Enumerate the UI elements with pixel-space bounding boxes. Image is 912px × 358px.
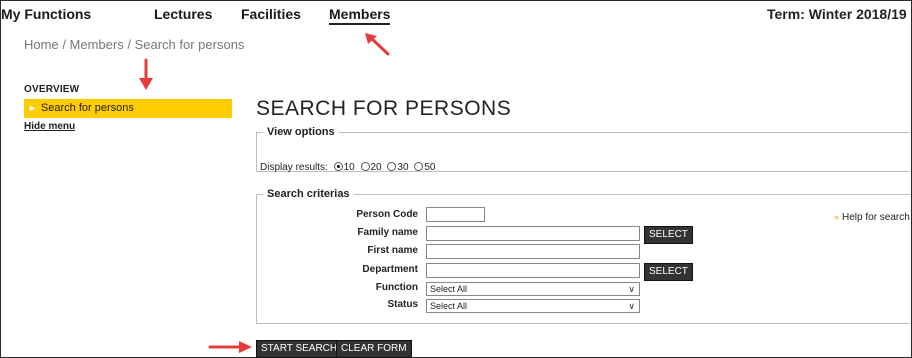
help-for-search-label: Help for search: [842, 212, 910, 223]
annotation-arrow-icon: [365, 33, 390, 56]
page-title: SEARCH FOR PERSONS: [256, 97, 512, 120]
sidebar-item-search-for-persons[interactable]: ► Search for persons: [24, 99, 232, 118]
radio-30[interactable]: [387, 162, 397, 171]
top-navigation: My Functions Lectures Facilities Members…: [1, 1, 910, 29]
display-results-row: Display results: 10 20 30 50: [260, 162, 435, 173]
family-name-input[interactable]: [426, 226, 640, 241]
hide-menu-link[interactable]: Hide menu: [24, 121, 232, 132]
sidebar: OVERVIEW ► Search for persons Hide menu: [24, 84, 232, 132]
sidebar-item-label: Search for persons: [40, 102, 134, 114]
start-search-button[interactable]: START SEARCH: [256, 340, 343, 358]
department-select-button[interactable]: SELECT: [644, 263, 693, 281]
person-code-label: Person Code: [356, 209, 418, 220]
help-for-search-link[interactable]: » Help for search: [834, 212, 910, 223]
status-select[interactable]: Select All ∨: [426, 299, 640, 313]
radio-10-label: 10: [343, 162, 355, 173]
status-label: Status: [387, 299, 418, 310]
department-label: Department: [362, 264, 418, 275]
double-chevron-icon: »: [834, 212, 840, 222]
sidebar-heading: OVERVIEW: [24, 84, 80, 95]
term-label: Term: Winter 2018/19: [767, 6, 907, 22]
radio-20[interactable]: [360, 162, 370, 171]
breadcrumb: Home / Members / Search for persons: [24, 37, 244, 52]
chevron-right-icon: ►: [28, 103, 37, 113]
status-select-value: Select All: [430, 301, 468, 311]
nav-lectures[interactable]: Lectures: [154, 6, 212, 22]
display-results-label: Display results:: [260, 162, 328, 173]
first-name-input[interactable]: [426, 244, 640, 259]
department-input[interactable]: [426, 263, 640, 278]
breadcrumb-members[interactable]: Members: [70, 37, 124, 52]
radio-50-label: 50: [424, 162, 436, 173]
function-select-value: Select All: [430, 284, 468, 294]
view-options-legend: View options: [267, 126, 335, 138]
nav-members[interactable]: Members: [329, 6, 391, 25]
chevron-down-icon: ∨: [628, 284, 635, 294]
nav-my-functions[interactable]: My Functions: [1, 6, 91, 22]
person-code-input[interactable]: [426, 207, 485, 222]
radio-20-label: 20: [370, 162, 382, 173]
nav-facilities[interactable]: Facilities: [241, 6, 301, 22]
radio-30-label: 30: [397, 162, 409, 173]
chevron-down-icon: ∨: [628, 301, 635, 311]
breadcrumb-home[interactable]: Home: [24, 37, 59, 52]
first-name-label: First name: [367, 245, 418, 256]
breadcrumb-separator: /: [62, 37, 70, 52]
breadcrumb-current: Search for persons: [134, 37, 245, 52]
radio-50[interactable]: [414, 162, 424, 171]
family-name-label: Family name: [357, 227, 418, 238]
annotation-arrow-icon: [208, 341, 252, 353]
breadcrumb-separator: /: [127, 37, 135, 52]
family-name-select-button[interactable]: SELECT: [644, 226, 693, 244]
function-label: Function: [375, 282, 418, 293]
view-options-fieldset: View options Display results: 10 20 30 5…: [256, 126, 910, 173]
clear-form-button[interactable]: CLEAR FORM: [336, 340, 412, 358]
radio-10[interactable]: [333, 162, 343, 171]
search-criteria-legend: Search criterias: [267, 188, 350, 200]
annotation-arrow-icon: [139, 58, 153, 90]
function-select[interactable]: Select All ∨: [426, 282, 640, 296]
